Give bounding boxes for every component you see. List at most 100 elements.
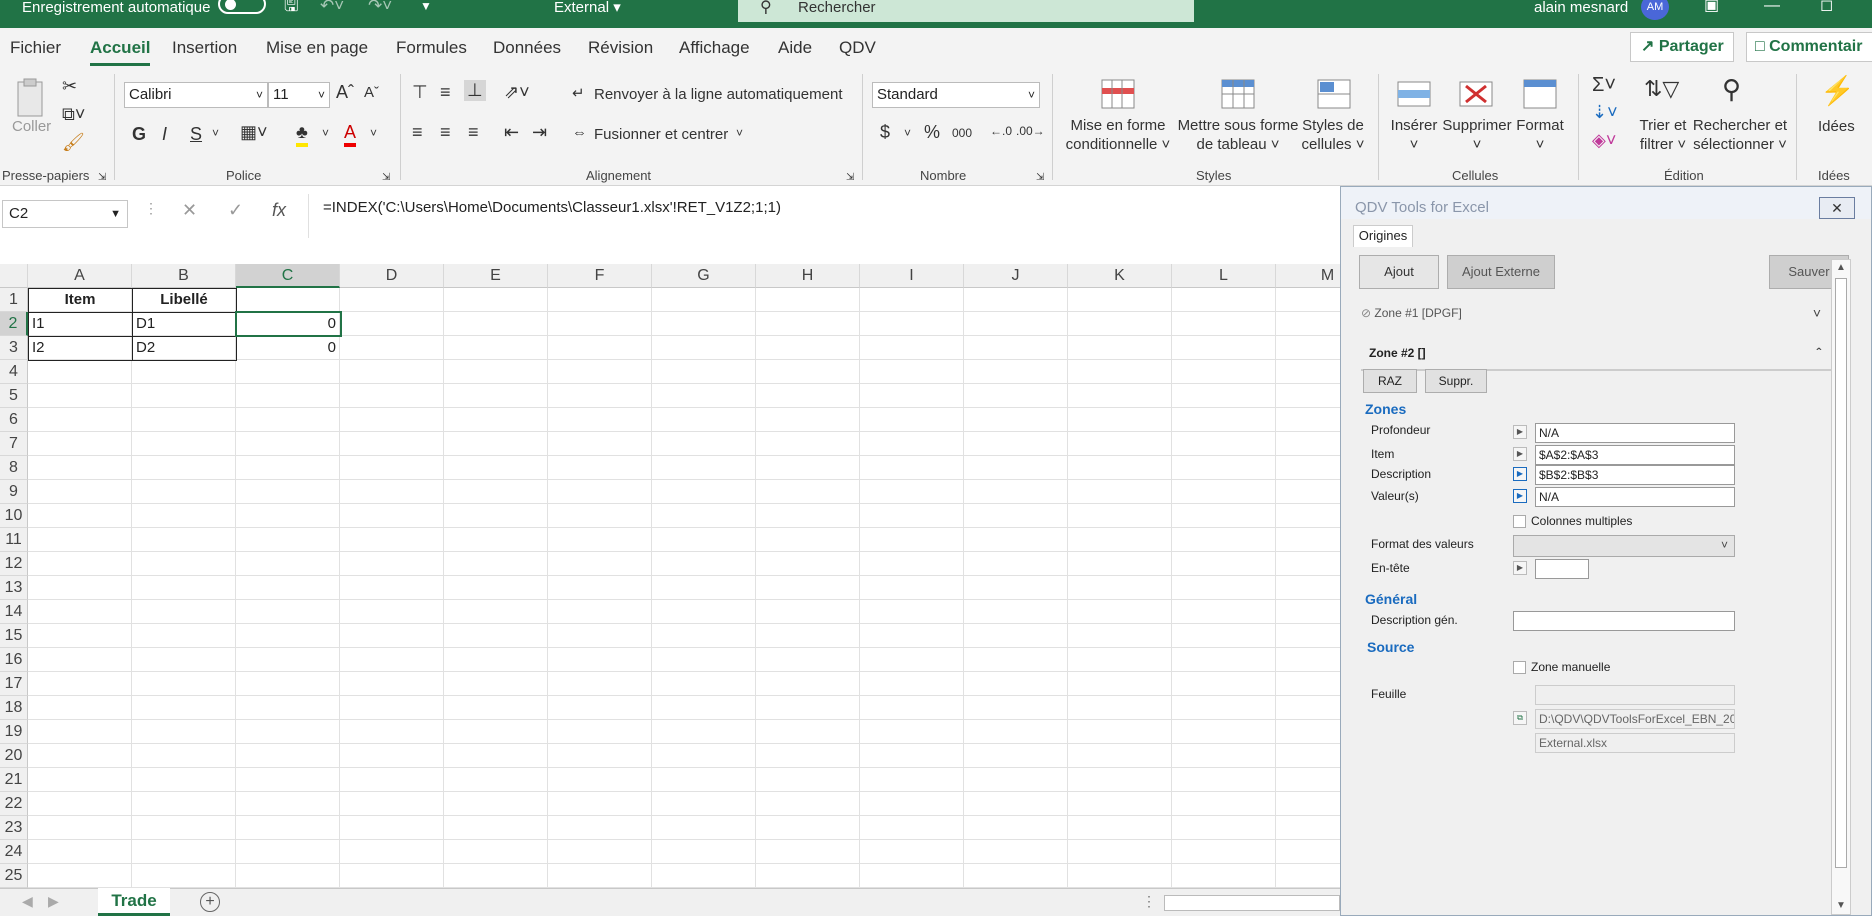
general-description-field[interactable]	[1513, 611, 1735, 631]
delete-button[interactable]: Supprimer ˅	[1440, 116, 1514, 154]
percent-button[interactable]: %	[924, 122, 940, 143]
ribbon-display-icon[interactable]: ▣	[1704, 0, 1719, 16]
depth-field[interactable]: N/A	[1535, 423, 1735, 443]
column-header-f[interactable]: F	[548, 264, 652, 288]
chevron-down-icon[interactable]: ˅	[1813, 295, 1821, 331]
multi-columns-checkbox[interactable]	[1513, 515, 1526, 528]
row-header-11[interactable]: 11	[0, 528, 28, 552]
avatar[interactable]: AM	[1641, 0, 1669, 20]
font-name-select[interactable]: Calibri ˅	[124, 82, 268, 108]
row-header-12[interactable]: 12	[0, 552, 28, 576]
conditional-format-button[interactable]: Mise en forme conditionnelle ˅	[1060, 116, 1176, 154]
row-header-10[interactable]: 10	[0, 504, 28, 528]
column-header-c[interactable]: C	[236, 264, 340, 288]
alignment-launcher-icon[interactable]: ⇲	[846, 172, 854, 183]
clipboard-launcher-icon[interactable]: ⇲	[98, 172, 106, 183]
insert-button[interactable]: Insérer ˅	[1384, 116, 1444, 154]
format-painter-icon[interactable]: 🖌	[62, 132, 85, 153]
currency-dropdown-icon[interactable]: ˅	[904, 126, 911, 140]
row-header-21[interactable]: 21	[0, 768, 28, 792]
maximize-icon[interactable]: ◻	[1820, 0, 1833, 16]
decrease-font-icon[interactable]: Aˇ	[364, 84, 379, 101]
row-header-25[interactable]: 25	[0, 864, 28, 888]
zone-1-header[interactable]: ⊘ Zone #1 [DPGF] ˅	[1361, 295, 1831, 331]
description-pick-icon[interactable]: ▶	[1513, 467, 1527, 481]
insert-function-icon[interactable]: fx	[272, 200, 286, 221]
tab-origines[interactable]: Origines	[1353, 225, 1413, 247]
excel-file-icon[interactable]: ⧉	[1513, 711, 1527, 725]
prev-sheet-icon[interactable]: ◀	[22, 893, 33, 910]
column-header-e[interactable]: E	[444, 264, 548, 288]
chevron-up-icon[interactable]: ˆ	[1816, 335, 1821, 371]
row-header-18[interactable]: 18	[0, 696, 28, 720]
redo-icon[interactable]: ↷˅	[368, 0, 392, 16]
tab-accueil[interactable]: Accueil	[90, 38, 151, 66]
row-header-1[interactable]: 1	[0, 288, 28, 312]
manual-zone-checkbox[interactable]	[1513, 661, 1526, 674]
source-path-field[interactable]: D:\QDV\QDVToolsForExcel_EBN_2020	[1535, 709, 1735, 729]
number-format-select[interactable]: Standard ˅	[872, 82, 1040, 108]
row-header-2[interactable]: 2	[0, 312, 28, 336]
align-middle-icon[interactable]: ≡	[440, 82, 451, 103]
font-color-icon[interactable]: A	[344, 122, 357, 147]
underline-button[interactable]: S	[190, 124, 202, 145]
values-field[interactable]: N/A	[1535, 487, 1735, 507]
format-button[interactable]: Format ˅	[1510, 116, 1570, 154]
row-header-13[interactable]: 13	[0, 576, 28, 600]
wrap-text-button[interactable]: Renvoyer à la ligne automatiquement	[594, 86, 842, 103]
scroll-down-icon[interactable]: ▼	[1836, 900, 1846, 911]
paste-button[interactable]: Coller	[12, 118, 51, 135]
autosave-toggle[interactable]	[218, 0, 266, 14]
value-format-select[interactable]: ˅	[1513, 535, 1735, 557]
name-box[interactable]: C2 ▼	[2, 200, 128, 228]
scroll-up-icon[interactable]: ▲	[1836, 262, 1846, 273]
depth-pick-icon[interactable]: ▶	[1513, 425, 1527, 439]
tab-insertion[interactable]: Insertion	[172, 38, 237, 58]
align-right-icon[interactable]: ≡	[468, 122, 479, 143]
cell-styles-button[interactable]: Styles de cellules ˅	[1298, 116, 1368, 154]
column-header-b[interactable]: B	[132, 264, 236, 288]
row-header-5[interactable]: 5	[0, 384, 28, 408]
increase-font-icon[interactable]: Aˆ	[336, 82, 354, 103]
increase-indent-icon[interactable]: ⇥	[532, 122, 547, 143]
clear-icon[interactable]: ◈˅	[1592, 130, 1616, 151]
row-header-9[interactable]: 9	[0, 480, 28, 504]
next-sheet-icon[interactable]: ▶	[48, 893, 59, 910]
row-header-16[interactable]: 16	[0, 648, 28, 672]
close-icon[interactable]: ✕	[1819, 197, 1855, 219]
font-color-dropdown-icon[interactable]: ˅	[370, 126, 377, 140]
customize-quick-access-icon[interactable]: ▼	[420, 0, 432, 16]
item-pick-icon[interactable]: ▶	[1513, 447, 1527, 461]
source-file-field[interactable]: External.xlsx	[1535, 733, 1735, 753]
document-title[interactable]: External ▾	[554, 0, 621, 16]
minimize-icon[interactable]: —	[1764, 0, 1780, 16]
sheet-tab-trade[interactable]: Trade	[98, 888, 170, 916]
find-select-button[interactable]: Rechercher et sélectionner ˅	[1692, 116, 1788, 154]
autosum-icon[interactable]: Σ˅	[1592, 74, 1616, 97]
description-field[interactable]: $B$2:$B$3	[1535, 465, 1735, 485]
row-header-4[interactable]: 4	[0, 360, 28, 384]
row-header-23[interactable]: 23	[0, 816, 28, 840]
merge-dropdown-icon[interactable]: ˅	[736, 126, 743, 140]
row-header-8[interactable]: 8	[0, 456, 28, 480]
column-header-g[interactable]: G	[652, 264, 756, 288]
row-header-14[interactable]: 14	[0, 600, 28, 624]
column-header-d[interactable]: D	[340, 264, 444, 288]
align-center-icon[interactable]: ≡	[440, 122, 451, 143]
zone-2-header[interactable]: Zone #2 [] ˆ	[1361, 335, 1831, 371]
currency-button[interactable]: $	[880, 122, 890, 143]
tab-fichier[interactable]: Fichier	[10, 38, 61, 58]
add-sheet-icon[interactable]: +	[200, 892, 220, 912]
scroll-thumb[interactable]	[1835, 278, 1847, 868]
italic-button[interactable]: I	[162, 124, 167, 145]
increase-decimal-icon[interactable]: ←.0	[990, 124, 1012, 138]
row-header-6[interactable]: 6	[0, 408, 28, 432]
row-header-3[interactable]: 3	[0, 336, 28, 360]
row-header-17[interactable]: 17	[0, 672, 28, 696]
paste-icon[interactable]	[14, 78, 48, 122]
column-header-l[interactable]: L	[1172, 264, 1276, 288]
undo-icon[interactable]: ↶˅	[320, 0, 344, 16]
copy-icon[interactable]: ⧉˅	[62, 104, 85, 125]
fill-dropdown-icon[interactable]: ˅	[322, 126, 329, 140]
number-launcher-icon[interactable]: ⇲	[1036, 172, 1044, 183]
